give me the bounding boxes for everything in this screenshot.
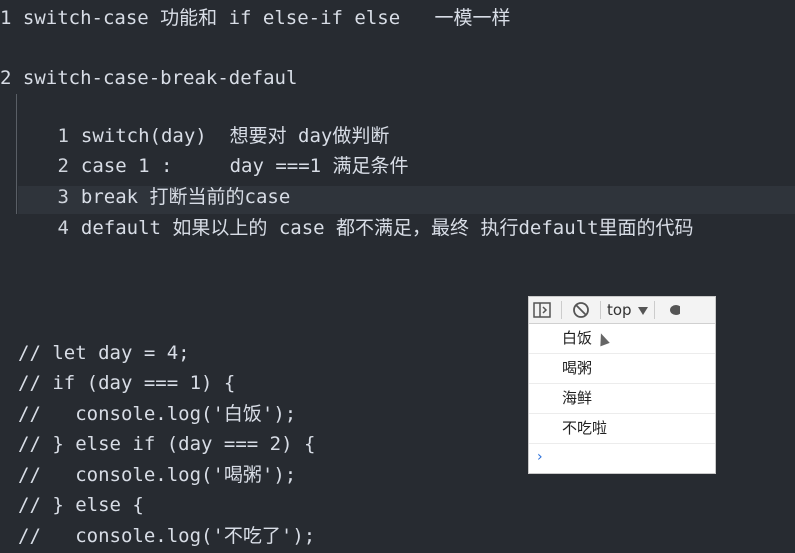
console-log-row: 海鲜	[529, 384, 715, 414]
prompt-chevron-icon: ›	[537, 449, 543, 465]
note-line-2: 2 switch-case-break-defaul	[0, 67, 298, 89]
console-log-row: 不吃啦	[529, 414, 715, 444]
toolbar-divider	[600, 301, 601, 319]
code-line: // } else if (day === 2) {	[18, 433, 316, 455]
code-line: // console.log('喝粥');	[18, 464, 297, 486]
note-item-number: 4	[57, 217, 69, 239]
console-input[interactable]: ›	[529, 444, 715, 470]
note-line-1: 1 switch-case 功能和 if else-if else 一模一样	[0, 7, 511, 29]
console-log-row: 喝粥	[529, 354, 715, 384]
code-line: // } else {	[18, 494, 144, 516]
sidebar-toggle-icon[interactable]	[529, 298, 555, 322]
note-item-4: 4 default 如果以上的 case 都不满足，最终 执行default里面的…	[18, 186, 693, 239]
toolbar-divider	[561, 301, 562, 319]
console-toolbar: top	[529, 297, 715, 324]
console-log-text: 不吃啦	[562, 419, 608, 437]
console-log-text: 白饭	[562, 329, 593, 347]
clear-console-icon[interactable]	[568, 298, 594, 322]
note-item-1: 1 switch(day) 想要对 day做判断	[18, 94, 389, 147]
console-log-text: 海鲜	[562, 389, 593, 407]
context-label: top	[607, 301, 632, 319]
indent-guide	[16, 94, 17, 214]
code-line: // console.log('不吃了');	[18, 525, 316, 547]
eye-icon[interactable]	[661, 298, 687, 322]
note-item-text: default 如果以上的 case 都不满足，最终 执行default里面的代…	[80, 217, 694, 239]
dropdown-arrow-icon	[637, 301, 648, 319]
toolbar-divider	[653, 301, 655, 319]
console-log-text: 喝粥	[562, 359, 593, 377]
note-item-2: 2 case 1 : day ===1 满足条件	[18, 124, 408, 177]
mouse-cursor-icon	[596, 331, 610, 346]
code-line: // console.log('白饭');	[18, 403, 297, 425]
code-line: // let day = 4;	[18, 342, 190, 364]
console-log-row: 白饭	[529, 324, 715, 354]
note-item-3: 3 break 打断当前的case	[18, 155, 290, 208]
devtools-console: top 白饭 喝粥 海鲜 不吃啦 ›	[528, 296, 716, 474]
code-line: // if (day === 1) {	[18, 372, 236, 394]
context-selector[interactable]: top	[607, 301, 648, 319]
